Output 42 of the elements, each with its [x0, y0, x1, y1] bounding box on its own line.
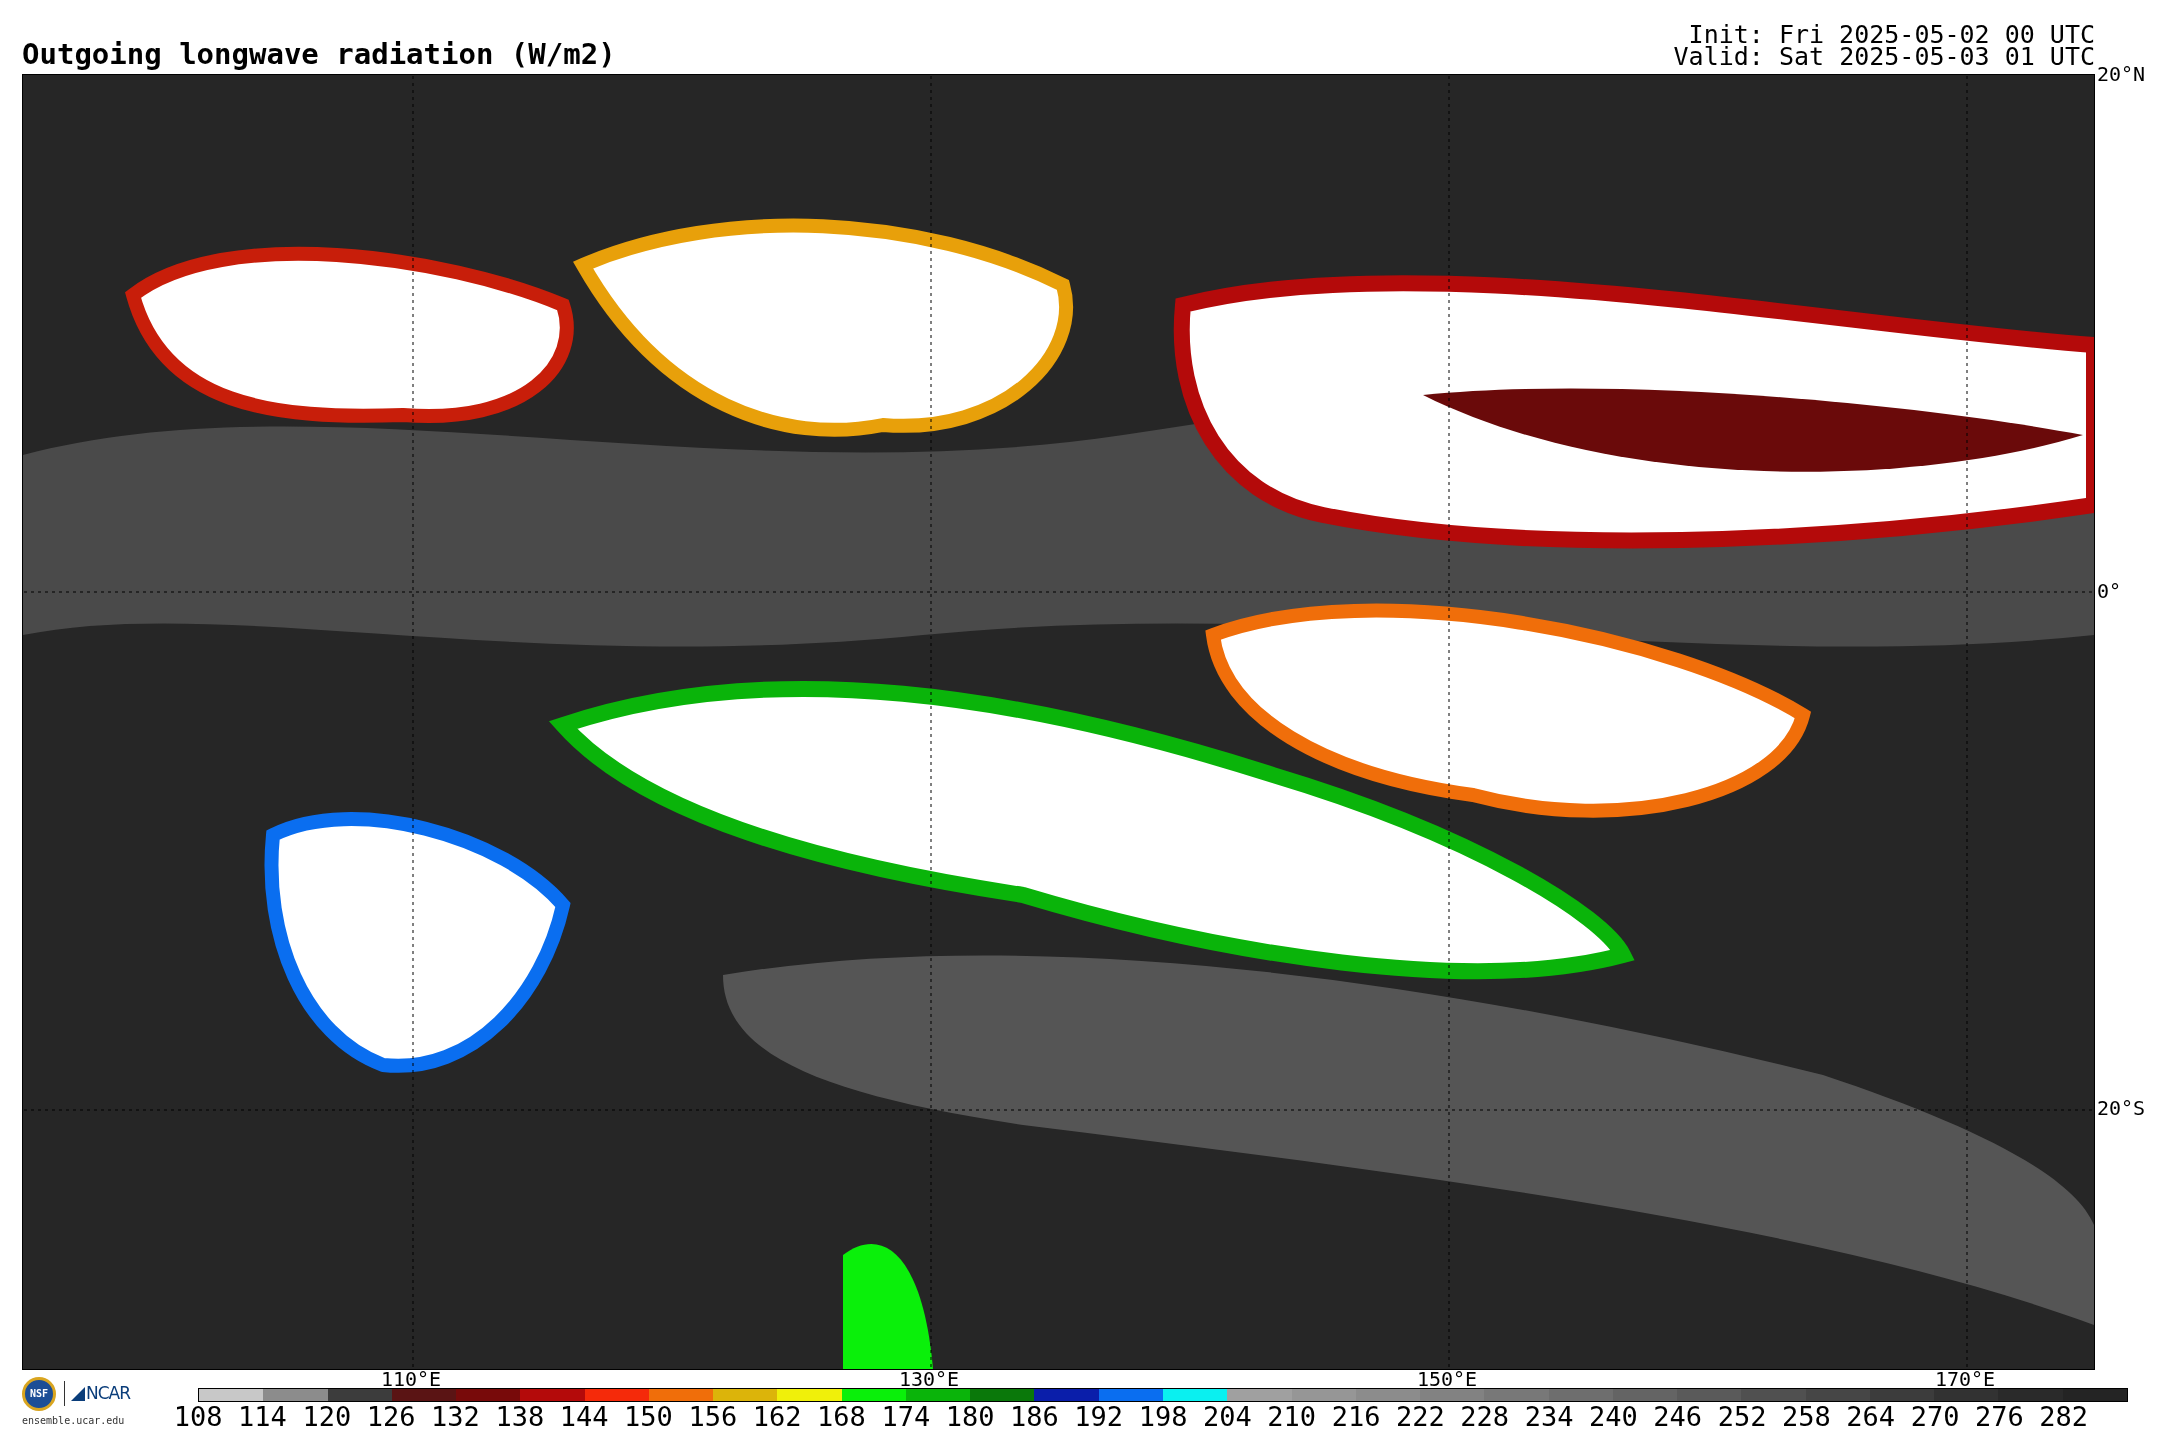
colorbar-value: 108: [172, 1402, 224, 1432]
colorbar-value: 276: [1973, 1402, 2025, 1432]
colorbar-value: 252: [1716, 1402, 1768, 1432]
colorbar-value: 114: [237, 1402, 288, 1432]
colorbar-value: 120: [301, 1402, 353, 1432]
latitude-label: 0°: [2096, 581, 2123, 601]
colorbar-value: 264: [1845, 1402, 1897, 1432]
longitude-label: 150°E: [1415, 1370, 1479, 1388]
colorbar-value: 180: [944, 1402, 996, 1432]
ncar-logo: NCAR: [64, 1380, 131, 1407]
chart-title: Outgoing longwave radiation (W/m2): [22, 38, 616, 70]
nsf-logo: NSF: [22, 1376, 56, 1411]
colorbar-value: 258: [1780, 1402, 1832, 1432]
longitude-label: 110°E: [379, 1370, 443, 1388]
colorbar-value: 162: [751, 1402, 803, 1432]
colorbar-value: 198: [1137, 1402, 1189, 1432]
valid-time: Valid: Sat 2025-05-03 01 UTC: [1673, 46, 2095, 68]
colorbar-value: 222: [1395, 1402, 1446, 1432]
colorbar-value: 234: [1523, 1402, 1575, 1432]
latitude-label: 20°N: [2096, 64, 2147, 84]
longitude-label: 130°E: [897, 1370, 961, 1388]
colorbar-value: 210: [1266, 1402, 1318, 1432]
latitude-label: 20°S: [2096, 1098, 2147, 1118]
colorbar-value: 282: [2038, 1402, 2090, 1432]
colorbar-value: 132: [430, 1402, 481, 1432]
colorbar-value: 246: [1652, 1402, 1704, 1432]
colorbar-value: 216: [1330, 1402, 1382, 1432]
init-time: Init: Fri 2025-05-02 00 UTC: [1688, 24, 2095, 46]
colorbar-value: 168: [816, 1402, 867, 1432]
colorbar-value: 240: [1588, 1402, 1639, 1432]
colorbar-value: 204: [1202, 1402, 1253, 1432]
longitude-label: 170°E: [1933, 1370, 1997, 1388]
colorbar-value: 228: [1459, 1402, 1511, 1432]
colorbar-value: 192: [1073, 1402, 1125, 1432]
colorbar-value: 186: [1009, 1402, 1060, 1432]
colorbar-value: 156: [687, 1402, 739, 1432]
colorbar-value: 174: [880, 1402, 932, 1432]
colorbar-value: 270: [1909, 1402, 1961, 1432]
colorbar-value: 126: [365, 1402, 417, 1432]
colorbar-value: 138: [494, 1402, 546, 1432]
colorbar-value: 144: [558, 1402, 610, 1432]
colorbar-value: 150: [623, 1402, 674, 1432]
